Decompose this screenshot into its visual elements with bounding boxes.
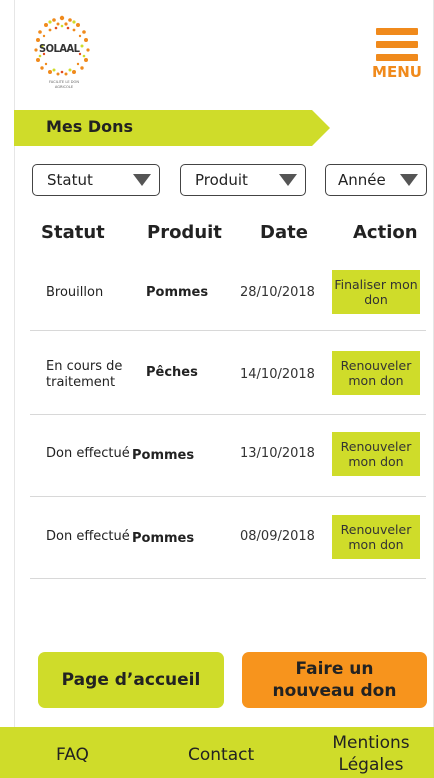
table-row: Don effectué Pommes 13/10/2018 Renouvele… bbox=[30, 430, 426, 490]
table-row: Brouillon Pommes 28/10/2018 Finaliser mo… bbox=[30, 268, 426, 328]
home-page-button[interactable]: Page d’accueil bbox=[38, 652, 224, 708]
column-header-statut: Statut bbox=[41, 222, 105, 243]
row-product: Pommes bbox=[146, 285, 209, 300]
renew-donation-button[interactable]: Renouveler mon don bbox=[332, 515, 420, 559]
filter-produit-select[interactable]: Produit bbox=[180, 164, 306, 196]
hamburger-icon-bar bbox=[376, 54, 418, 61]
logo-text: SOLAAL bbox=[39, 42, 80, 55]
new-donation-button[interactable]: Faire un nouveau don bbox=[242, 652, 427, 708]
menu-label: MENU bbox=[372, 63, 422, 81]
row-divider bbox=[30, 578, 426, 579]
row-product: Pommes bbox=[132, 448, 195, 463]
footer-link-faq[interactable]: FAQ bbox=[56, 744, 89, 766]
column-header-date: Date bbox=[260, 222, 308, 243]
table-row: Don effectué Pommes 08/09/2018 Renouvele… bbox=[30, 514, 426, 574]
row-date: 13/10/2018 bbox=[240, 446, 315, 461]
renew-donation-button[interactable]: Renouveler mon don bbox=[332, 432, 420, 476]
row-status: Don effectué bbox=[46, 529, 130, 544]
hamburger-icon-bar bbox=[376, 41, 418, 48]
filter-statut-label: Statut bbox=[47, 171, 93, 189]
filter-annee-label: Année bbox=[338, 171, 386, 189]
row-status: Don effectué bbox=[46, 446, 130, 461]
filter-annee-select[interactable]: Année bbox=[325, 164, 427, 196]
row-status: En cours de traitement bbox=[46, 359, 123, 390]
row-date: 28/10/2018 bbox=[240, 285, 315, 300]
row-date: 14/10/2018 bbox=[240, 367, 315, 382]
row-product: Pêches bbox=[146, 365, 198, 380]
row-status: Brouillon bbox=[46, 285, 104, 300]
solaal-logo[interactable]: SOLAAL FACILITE LE DON AGRICOLE bbox=[30, 12, 94, 90]
dropdown-arrow-icon bbox=[400, 174, 418, 186]
logo-tagline: FACILITE LE DON AGRICOLE bbox=[48, 80, 80, 89]
menu-button[interactable]: MENU bbox=[372, 28, 422, 90]
dropdown-arrow-icon bbox=[133, 174, 151, 186]
row-divider bbox=[30, 414, 426, 415]
footer-link-legal[interactable]: Mentions Légales bbox=[326, 732, 416, 776]
filter-statut-select[interactable]: Statut bbox=[32, 164, 160, 196]
row-product: Pommes bbox=[132, 531, 195, 546]
renew-donation-button[interactable]: Renouveler mon don bbox=[332, 351, 420, 395]
column-header-produit: Produit bbox=[147, 222, 222, 243]
row-date: 08/09/2018 bbox=[240, 529, 315, 544]
home-page-button-label: Page d’accueil bbox=[61, 670, 201, 690]
table-row: En cours de traitement Pêches 14/10/2018… bbox=[30, 349, 426, 409]
footer-bar: FAQ Contact Mentions Légales bbox=[0, 727, 434, 778]
footer-link-contact[interactable]: Contact bbox=[188, 744, 254, 766]
hamburger-icon-bar bbox=[376, 28, 418, 35]
app-frame: SOLAAL FACILITE LE DON AGRICOLE MENU Mes… bbox=[0, 0, 434, 778]
page-title: Mes Dons bbox=[46, 117, 134, 136]
row-divider bbox=[30, 496, 426, 497]
column-header-action: Action bbox=[353, 222, 418, 243]
new-donation-button-label: Faire un nouveau don bbox=[272, 659, 397, 701]
dropdown-arrow-icon bbox=[279, 174, 297, 186]
finalize-donation-button[interactable]: Finaliser mon don bbox=[332, 270, 420, 314]
row-divider bbox=[30, 330, 426, 331]
filter-produit-label: Produit bbox=[195, 171, 248, 189]
